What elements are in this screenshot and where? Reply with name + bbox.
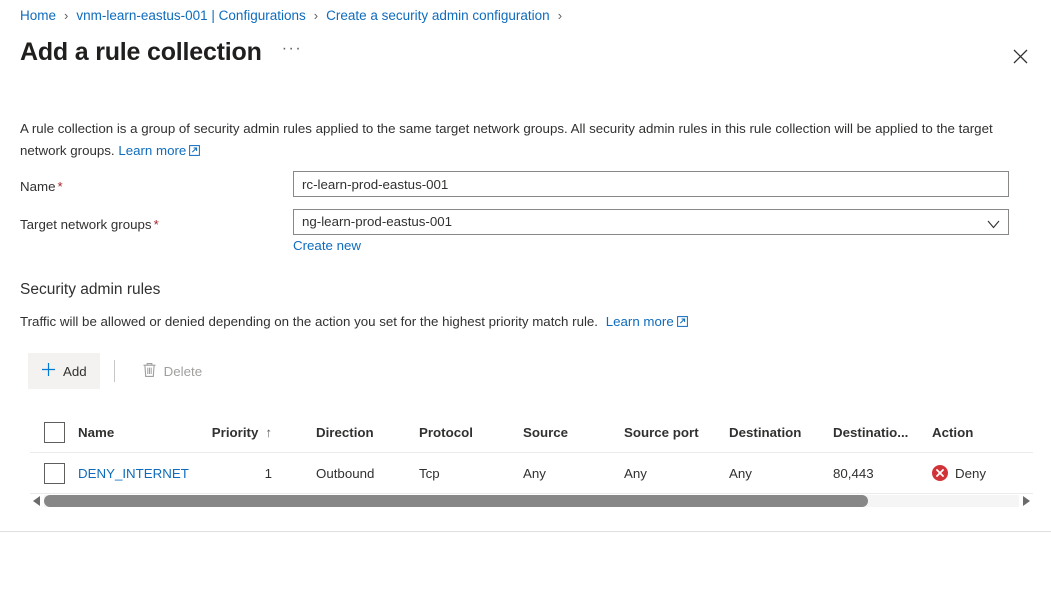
trash-icon [142,362,157,381]
scrollbar-track[interactable] [44,495,1019,507]
title-row: Add a rule collection ··· [20,35,302,69]
row-checkbox[interactable] [44,462,65,484]
breadcrumb-item-create-security-admin-configuration[interactable]: Create a security admin configuration [326,7,550,25]
security-admin-rules-description-text: Traffic will be allowed or denied depend… [20,314,599,329]
deny-icon [932,465,948,481]
cell-priority: 1 [264,465,272,481]
security-admin-rules-heading: Security admin rules [20,281,161,298]
plus-icon [41,362,56,380]
name-input[interactable] [293,171,1009,197]
add-rule-button[interactable]: Add [28,353,100,389]
select-all-cell [30,421,78,443]
column-header-destination-port[interactable]: Destinatio... [833,425,932,440]
column-header-protocol[interactable]: Protocol [419,425,523,440]
target-network-groups-label: Target network groups * [20,217,159,232]
select-all-checkbox[interactable] [44,421,65,443]
column-header-direction[interactable]: Direction [316,425,419,440]
breadcrumb: Home › vnm-learn-eastus-001 | Configurat… [20,7,570,25]
target-network-groups-selected-value: ng-learn-prod-eastus-001 [302,214,453,229]
cell-destination: Any [729,465,752,481]
table-header-row: Name Priority ↑ Direction Protocol Source… [30,412,1033,453]
breadcrumb-separator: › [313,8,319,23]
scrollbar-thumb[interactable] [44,495,868,507]
external-link-icon [189,141,201,163]
table-row[interactable]: DENY_INTERNET 1 Outbound Tcp Any Any Any… [30,453,1033,494]
cell-source-port: Any [624,465,647,481]
target-network-groups-select[interactable]: ng-learn-prod-eastus-001 [293,209,1009,235]
action-label: Deny [955,465,987,481]
column-header-action[interactable]: Action [932,425,1032,440]
target-network-groups-select-wrapper: ng-learn-prod-eastus-001 [293,209,1009,235]
row-select-cell [30,462,78,484]
breadcrumb-item-home[interactable]: Home [20,7,56,25]
blade-description: A rule collection is a group of security… [20,118,1031,163]
add-rule-label: Add [63,363,87,379]
scroll-left-icon[interactable] [30,496,44,506]
required-marker: * [57,179,63,194]
scroll-right-icon[interactable] [1019,496,1033,506]
create-new-network-group-link[interactable]: Create new [293,238,361,253]
required-marker: * [153,217,159,232]
name-label: Name * [20,179,63,194]
field-row-target-network-groups: Target network groups * ng-learn-prod-eas… [20,209,1009,238]
cell-action: Deny [932,465,1032,481]
column-header-priority-label: Priority [211,424,259,440]
add-rule-collection-blade: Home › vnm-learn-eastus-001 | Configurat… [0,0,1051,590]
column-header-source[interactable]: Source [523,425,624,440]
close-icon[interactable] [1005,41,1035,71]
sort-ascending-icon: ↑ [265,424,272,440]
cell-protocol: Tcp [419,465,440,481]
external-link-icon [676,313,688,333]
blade-footer: Add Cancel [0,532,1051,590]
cell-source: Any [523,465,546,481]
cell-direction: Outbound [316,465,375,481]
rule-name-link[interactable]: DENY_INTERNET [78,466,189,481]
breadcrumb-item-configurations[interactable]: vnm-learn-eastus-001 | Configurations [76,7,305,25]
column-header-priority[interactable]: Priority ↑ [211,425,316,440]
column-header-name[interactable]: Name [78,425,211,440]
command-bar-divider [113,360,115,382]
security-admin-rules-table: Name Priority ↑ Direction Protocol Source… [30,412,1033,494]
delete-rule-label: Delete [163,363,203,379]
breadcrumb-separator: › [557,8,563,23]
column-header-source-port[interactable]: Source port [624,425,729,440]
breadcrumb-separator: › [64,8,69,23]
table-horizontal-scrollbar[interactable] [30,494,1033,508]
description-learn-more-link[interactable]: Learn more [118,143,201,158]
section-learn-more-link[interactable]: Learn more [606,314,688,329]
delete-rule-button[interactable]: Delete [129,353,215,389]
security-admin-rules-description: Traffic will be allowed or denied depend… [20,312,688,333]
cell-destination-port: 80,443 [833,465,874,481]
rules-command-bar: Add Delete [28,353,215,389]
cell-name: DENY_INTERNET [78,466,211,481]
field-row-name: Name * [20,171,1009,200]
more-options-button[interactable]: ··· [282,35,302,69]
page-title: Add a rule collection [20,38,262,66]
column-header-destination[interactable]: Destination [729,425,833,440]
